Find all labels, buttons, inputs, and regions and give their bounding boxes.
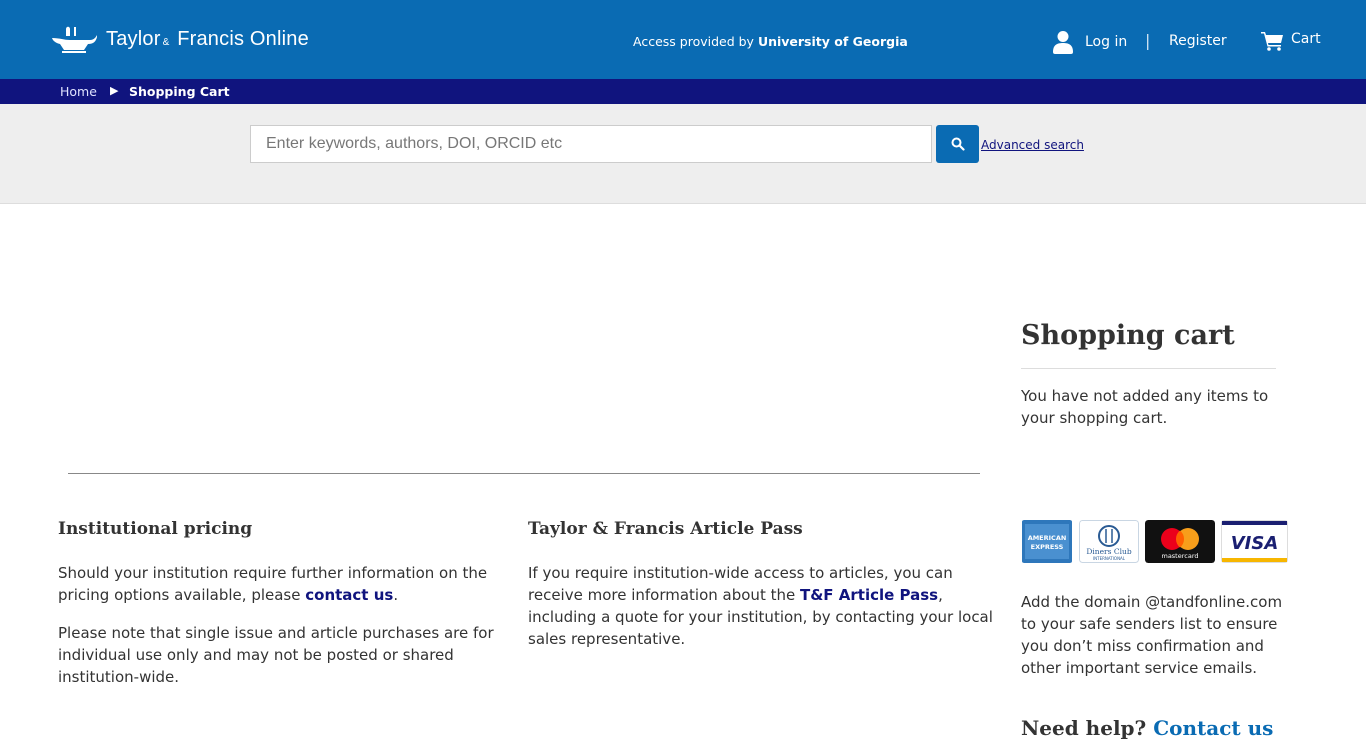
- search-button[interactable]: [936, 125, 979, 163]
- logo-text-amp: &: [162, 36, 170, 48]
- institutional-text: Should your institution require further …: [58, 564, 488, 604]
- lamp-icon: [52, 26, 97, 53]
- diners-text-1: Diners Club: [1086, 547, 1131, 556]
- article-pass-link[interactable]: T&F Article Pass: [800, 586, 938, 604]
- safe-senders-note: Add the domain @tandfonline.com to your …: [1021, 593, 1283, 677]
- header-separator: |: [1145, 31, 1151, 50]
- search-input[interactable]: [250, 125, 932, 163]
- cart-label: Cart: [1291, 31, 1321, 47]
- user-icon: [1053, 31, 1073, 54]
- institutional-pricing-heading: Institutional pricing: [58, 519, 253, 539]
- article-pass-text: If you require institution-wide access t…: [528, 562, 993, 650]
- logo-text: Taylor & Francis Online: [106, 28, 309, 51]
- payment-cards: AMERICAN EXPRESS Diners Club INTERNATION…: [1021, 520, 1288, 563]
- breadcrumb-current: Shopping Cart: [129, 84, 230, 99]
- divider: [68, 473, 980, 474]
- access-prefix: Access provided by: [633, 34, 754, 49]
- login-link[interactable]: Log in: [1053, 30, 1127, 54]
- diners-club-icon: Diners Club INTERNATIONAL: [1079, 520, 1139, 563]
- site-logo[interactable]: Taylor & Francis Online: [50, 24, 309, 54]
- advanced-search-link[interactable]: Advanced search: [981, 138, 1084, 152]
- single-issue-note: Please note that single issue and articl…: [58, 624, 494, 686]
- diners-text-2: INTERNATIONAL: [1093, 556, 1126, 561]
- page-title: Shopping cart: [1021, 320, 1235, 351]
- login-label: Log in: [1085, 34, 1128, 50]
- institutional-pricing-text: Should your institution require further …: [58, 562, 508, 606]
- breadcrumb-home[interactable]: Home: [60, 84, 97, 99]
- shopping-cart-icon: [1261, 32, 1283, 51]
- visa-text: VISA: [1231, 533, 1279, 554]
- cart-link[interactable]: Cart: [1261, 31, 1321, 51]
- breadcrumb: Home ▶ Shopping Cart: [0, 79, 1366, 104]
- access-institution: University of Georgia: [757, 34, 908, 49]
- contact-us-help-link[interactable]: Contact us: [1153, 716, 1273, 740]
- logo-text-main: Taylor: [106, 27, 161, 50]
- divider: [1021, 368, 1276, 369]
- need-help-heading: Need help? Contact us: [1021, 716, 1273, 740]
- access-notice: Access provided by University of Georgia: [633, 34, 908, 49]
- institutional-text-end: .: [393, 586, 399, 604]
- logo-text-tail: Francis Online: [177, 27, 309, 50]
- register-link[interactable]: Register: [1169, 33, 1227, 49]
- mastercard-text: mastercard: [1161, 552, 1198, 560]
- search-icon: [951, 137, 965, 151]
- visa-icon: VISA: [1221, 520, 1288, 563]
- need-help-prefix: Need help?: [1021, 716, 1154, 740]
- article-pass-heading: Taylor & Francis Article Pass: [528, 519, 803, 539]
- amex-text-2: EXPRESS: [1031, 543, 1064, 551]
- search-band: Advanced search: [0, 104, 1366, 204]
- cart-empty-message: You have not added any items to your sho…: [1021, 387, 1269, 427]
- amex-text-1: AMERICAN: [1028, 534, 1067, 542]
- american-express-icon: AMERICAN EXPRESS: [1022, 520, 1072, 563]
- contact-us-link[interactable]: contact us: [305, 586, 393, 604]
- site-header: Taylor & Francis Online Access provided b…: [0, 0, 1366, 79]
- breadcrumb-arrow-icon: ▶: [110, 84, 119, 97]
- mastercard-icon: mastercard: [1145, 520, 1215, 563]
